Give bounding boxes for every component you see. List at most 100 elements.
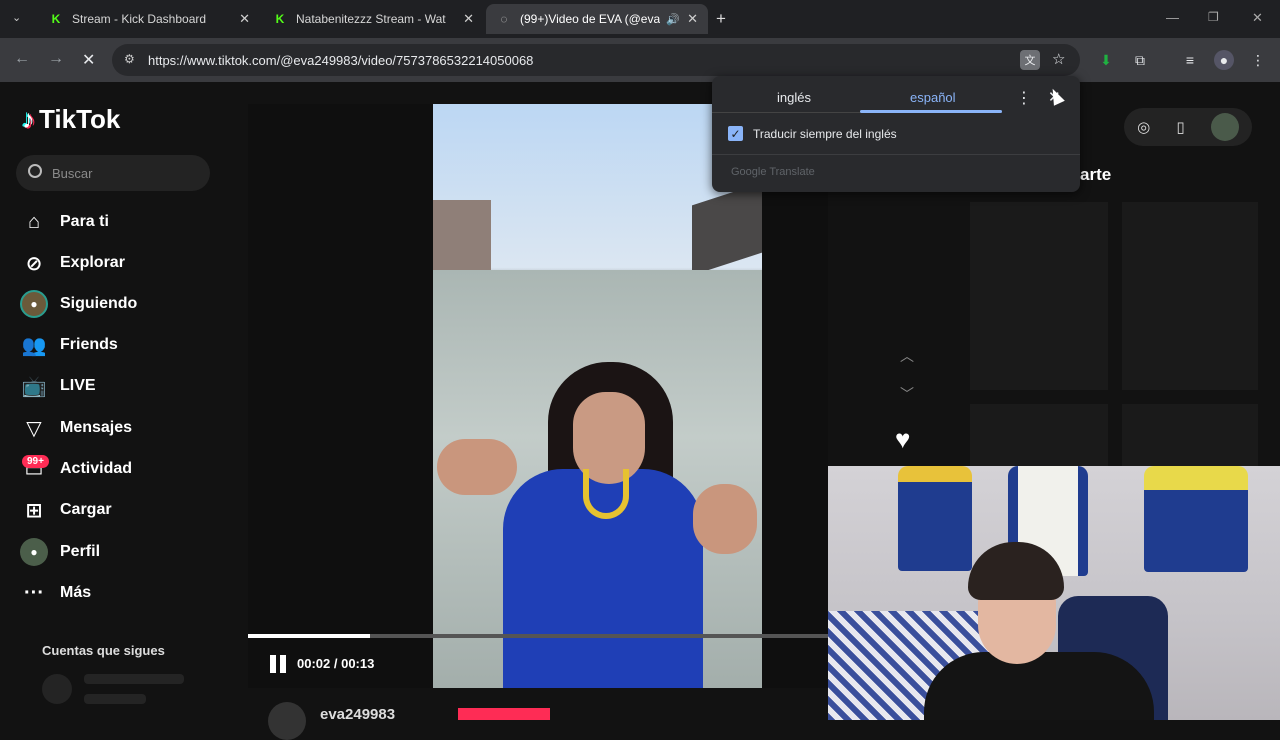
following-placeholder-line	[84, 674, 184, 684]
sidebar-item-cargar[interactable]: ⊞ Cargar	[20, 496, 112, 524]
video-frame[interactable]	[433, 104, 762, 688]
following-placeholder-line	[84, 694, 146, 704]
speaker-icon[interactable]: 🔊	[666, 13, 680, 26]
heart-icon[interactable]: ♥	[895, 424, 910, 455]
compass-icon: ⊘	[25, 252, 43, 275]
address-bar[interactable]: ⚙ https://www.tiktok.com/@eva249983/vide…	[112, 44, 1080, 76]
sidebar-item-label: Siguiendo	[60, 295, 138, 312]
right-panel-title: arte	[1080, 165, 1112, 184]
video-progress-fill	[248, 634, 370, 638]
avatar-icon: ●	[20, 290, 48, 318]
stop-loading-button[interactable]: ✕	[82, 50, 95, 70]
tab-source-language[interactable]: inglés	[777, 90, 811, 105]
sidebar-item-mensajes[interactable]: ▽ Mensajes	[20, 414, 132, 442]
user-avatar[interactable]	[1210, 113, 1239, 141]
device-icon[interactable]: ▯	[1176, 118, 1184, 136]
sidebar-item-label: LIVE	[60, 377, 96, 394]
live-icon: 📺	[21, 375, 47, 398]
url-text: https://www.tiktok.com/@eva249983/video/…	[148, 52, 534, 68]
profile-icon: ●	[20, 538, 48, 566]
streamer-body	[924, 652, 1154, 720]
google-translate-footer: Google Translate	[731, 166, 815, 178]
chevron-down-icon[interactable]: ﹀	[900, 384, 914, 404]
creator-username[interactable]: eva249983	[320, 706, 395, 723]
coins-icon[interactable]: ◎	[1137, 118, 1150, 136]
pause-bar	[270, 655, 276, 673]
sidebar-item-live[interactable]: 📺 LIVE	[20, 372, 96, 400]
top-right-actions: ◎ ▯	[1124, 108, 1252, 146]
sidebar-item-para-ti[interactable]: ⌂ Para ti	[20, 208, 109, 236]
video-scene-roof	[433, 200, 491, 270]
forward-button[interactable]: →	[48, 50, 64, 68]
always-translate-label: Traducir siempre del inglés	[753, 127, 897, 141]
recommended-thumbnail[interactable]	[970, 202, 1108, 390]
close-icon[interactable]: ✕	[463, 11, 474, 27]
extension-green-icon[interactable]: ⬇	[1096, 50, 1116, 70]
pause-button[interactable]	[270, 655, 288, 673]
kick-icon: K	[275, 12, 285, 26]
sidebar-item-label: Cargar	[60, 501, 112, 518]
close-window-button[interactable]: ✕	[1252, 10, 1263, 26]
video-timecode: 00:02 / 00:13	[297, 656, 375, 671]
new-tab-button[interactable]: +	[716, 9, 726, 29]
following-header: Cuentas que sigues	[42, 643, 165, 658]
always-translate-checkbox[interactable]: ✓	[728, 126, 743, 141]
translate-popup: inglés español ⋮ ✕ ✓ Traducir siempre de…	[712, 76, 1080, 192]
back-button[interactable]: ←	[14, 50, 30, 68]
logo-text: TikTok	[39, 104, 121, 134]
tiktok-note-icon: ♪	[22, 104, 35, 134]
sidebar-item-label: Explorar	[60, 254, 125, 271]
more-icon: ···	[24, 581, 44, 604]
maximize-button[interactable]: ❐	[1208, 10, 1219, 24]
send-icon: ▽	[26, 417, 42, 440]
chevron-up-icon[interactable]: ︿	[900, 346, 914, 366]
more-options-icon[interactable]: ⋮	[1016, 88, 1032, 108]
upload-icon: ⊞	[25, 499, 43, 522]
tab-kick-dashboard[interactable]: K Stream - Kick Dashboard ✕	[38, 4, 260, 34]
home-icon: ⌂	[27, 210, 41, 233]
tab-title: Natabenitezzz Stream - Watch	[296, 12, 446, 26]
profile-avatar[interactable]: ●	[1214, 50, 1234, 70]
search-input[interactable]: Buscar	[16, 155, 210, 191]
sidebar-item-perfil[interactable]: ● Perfil	[20, 538, 100, 566]
extensions-puzzle-icon[interactable]: ⧉	[1130, 50, 1150, 70]
search-icon	[28, 164, 42, 178]
sidebar-item-label: Actividad	[60, 460, 133, 477]
media-controls-icon[interactable]: ≡	[1180, 50, 1200, 70]
search-placeholder: Buscar	[52, 165, 93, 181]
friends-icon: 👥	[21, 334, 47, 357]
tiktok-sidebar: ♪ TikTok Buscar ⌂ Para ti ⊘ Explorar ● S…	[0, 82, 240, 720]
sidebar-item-siguiendo[interactable]: ● Siguiendo	[20, 290, 137, 318]
sidebar-item-explorar[interactable]: ⊘ Explorar	[20, 249, 125, 277]
creator-avatar[interactable]	[268, 702, 306, 740]
minimize-button[interactable]: —	[1166, 10, 1179, 25]
close-icon[interactable]: ✕	[687, 11, 698, 27]
tab-title: (99+)Video de EVA (@eva2	[520, 12, 660, 26]
tab-tiktok-video[interactable]: ◌ (99+)Video de EVA (@eva2 🔊 ✕	[486, 4, 708, 34]
browser-toolbar: ← → ✕ ⚙ https://www.tiktok.com/@eva24998…	[0, 38, 1280, 82]
bookmark-star-icon[interactable]: ☆	[1052, 50, 1065, 68]
sidebar-item-label: Perfil	[60, 543, 101, 560]
translate-icon[interactable]: 文	[1020, 50, 1040, 70]
tab-natabenitezzz[interactable]: K Natabenitezzz Stream - Watch ✕	[262, 4, 484, 34]
sidebar-item-friends[interactable]: 👥 Friends	[20, 331, 118, 359]
active-tab-underline	[860, 110, 1002, 113]
close-icon[interactable]: ✕	[239, 11, 250, 27]
video-progress-bar[interactable]	[248, 634, 828, 638]
menu-kebab-icon[interactable]: ⋮	[1248, 50, 1268, 70]
loading-icon: ◌	[500, 12, 508, 26]
tab-target-language[interactable]: español	[910, 90, 956, 105]
recommended-thumbnail[interactable]	[1122, 202, 1258, 390]
tab-search-icon[interactable]: ⌄	[12, 11, 21, 24]
tiktok-logo[interactable]: ♪ TikTok	[22, 104, 120, 135]
webcam-overlay	[828, 466, 1280, 720]
popup-divider	[712, 154, 1080, 155]
sidebar-item-label: Mensajes	[60, 419, 133, 436]
pause-bar	[280, 655, 286, 673]
follow-button[interactable]	[458, 708, 550, 720]
video-scene-roof	[692, 182, 762, 276]
jersey-on-wall	[1144, 466, 1248, 572]
following-placeholder-avatar	[42, 674, 72, 704]
sidebar-item-mas[interactable]: ··· Más	[20, 579, 91, 607]
site-info-icon[interactable]: ⚙	[124, 52, 135, 66]
